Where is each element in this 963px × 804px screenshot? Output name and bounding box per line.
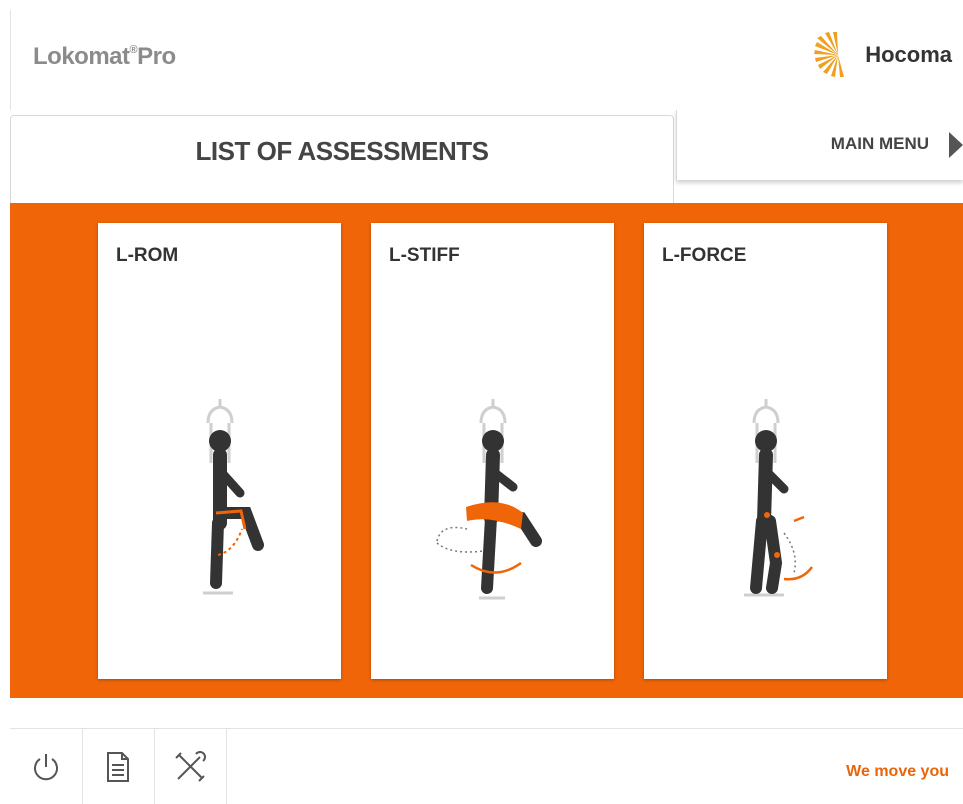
- assessment-card-l-rom[interactable]: L-ROM: [98, 223, 341, 679]
- settings-button[interactable]: [154, 729, 227, 804]
- footer-bar: We move you: [10, 728, 963, 804]
- app-header: Lokomat®Pro Hocoma: [10, 10, 963, 110]
- stiffness-figure-icon: [436, 399, 542, 600]
- tab-list-of-assessments[interactable]: LIST OF ASSESSMENTS: [10, 115, 674, 203]
- tagline: We move you: [846, 763, 949, 780]
- card-title: L-STIFF: [389, 245, 460, 266]
- top-frame: [0, 0, 963, 10]
- main-menu-label: MAIN MENU: [830, 134, 929, 153]
- force-figure-icon: [744, 399, 814, 597]
- assessment-card-l-stiff[interactable]: L-STIFF: [371, 223, 614, 679]
- card-title: L-FORCE: [662, 245, 747, 266]
- hocoma-swirl-icon: [814, 32, 845, 77]
- document-icon: [107, 751, 129, 782]
- logo-text: Hocoma: [865, 42, 952, 67]
- assessment-panel: L-ROM L-STIFF L-FORCE: [10, 203, 963, 698]
- tab-label: LIST OF ASSESSMENTS: [195, 136, 489, 166]
- assessment-card-l-force[interactable]: L-FORCE: [644, 223, 887, 679]
- tab-bar: LIST OF ASSESSMENTS MAIN MENU: [0, 110, 963, 203]
- report-button[interactable]: [82, 729, 155, 804]
- arrow-right-icon: [949, 132, 963, 158]
- main-menu-button[interactable]: MAIN MENU: [676, 110, 963, 180]
- hocoma-logo: Hocoma: [813, 32, 952, 78]
- tools-icon: [175, 750, 206, 782]
- app-title: Lokomat®Pro: [33, 43, 176, 70]
- card-title: L-ROM: [116, 245, 179, 266]
- power-button[interactable]: [10, 729, 83, 804]
- range-of-motion-figure-icon: [203, 399, 264, 595]
- power-icon: [34, 753, 58, 780]
